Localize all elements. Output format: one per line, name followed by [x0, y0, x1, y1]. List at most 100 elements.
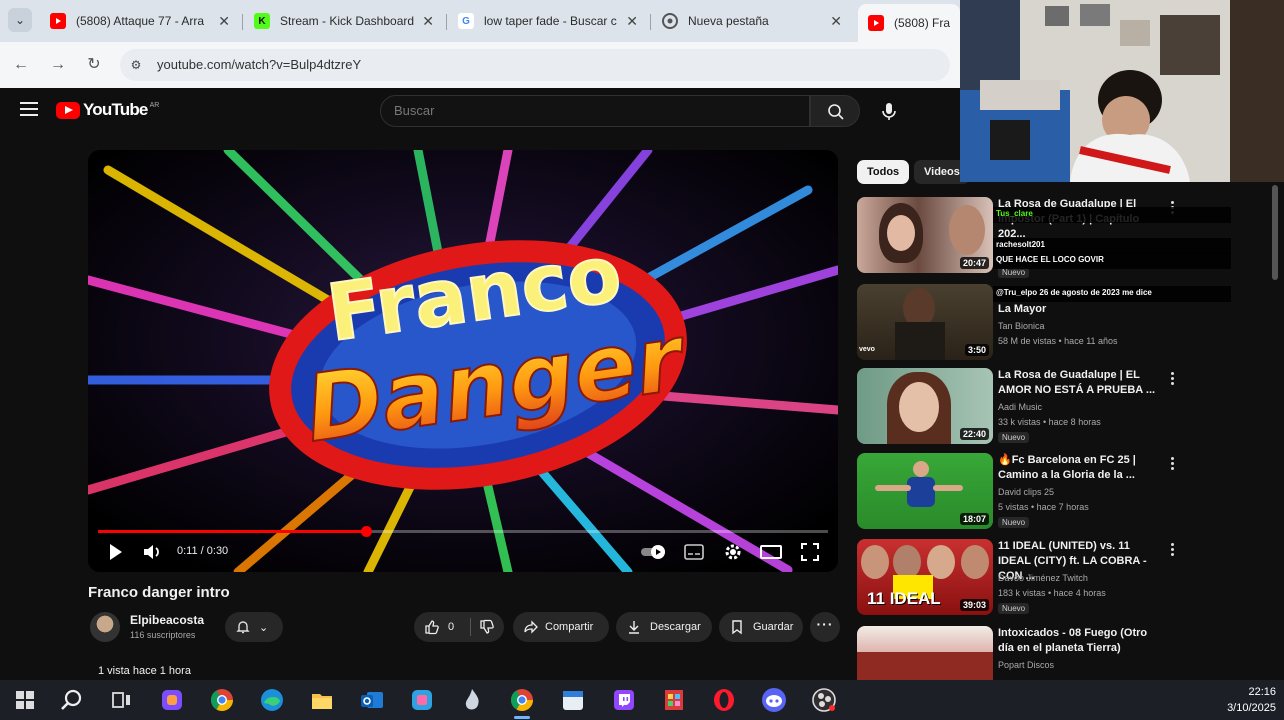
progress-scrubber[interactable]: [360, 526, 372, 537]
url-field[interactable]: ⚙ youtube.com/watch?v=Bulp4dtzreY: [120, 49, 950, 81]
more-vertical-icon[interactable]: [1171, 372, 1175, 386]
game-app-icon[interactable]: [660, 686, 688, 714]
theater-mode-icon[interactable]: [760, 542, 782, 562]
opera-icon[interactable]: [710, 686, 738, 714]
video-thumbnail[interactable]: 22:40: [857, 368, 993, 444]
video-duration: 39:03: [959, 599, 989, 611]
play-icon[interactable]: [108, 542, 124, 562]
video-player[interactable]: Franco Danger 0:11 / 0:30: [88, 150, 838, 572]
more-vertical-icon[interactable]: [1171, 543, 1175, 557]
recommendation-item[interactable]: Intoxicados - 08 Fuego (Otro día en el p…: [857, 626, 1237, 680]
download-button[interactable]: Descargar: [616, 612, 712, 642]
chrome-active-icon[interactable]: [508, 686, 536, 714]
fullscreen-icon[interactable]: [800, 542, 820, 562]
chrome-icon[interactable]: [208, 686, 236, 714]
m365-icon[interactable]: [408, 686, 436, 714]
autoplay-toggle-icon[interactable]: [640, 542, 670, 562]
active-indicator: [514, 716, 530, 719]
views-and-age: 1 vista hace 1 hora: [98, 665, 191, 677]
menu-icon[interactable]: [20, 102, 38, 116]
video-thumbnail[interactable]: 20:47: [857, 197, 993, 273]
tab-title: (5808) Franc: [894, 16, 950, 30]
file-explorer-icon[interactable]: [308, 686, 336, 714]
notifications-button[interactable]: ⌄: [225, 612, 283, 642]
outlook-icon[interactable]: [358, 686, 386, 714]
tab-title: Nueva pestaña: [688, 14, 769, 28]
browser-tab-active[interactable]: (5808) Franc: [858, 4, 960, 42]
browser-tab-strip: ⌄ (5808) Attaque 77 - Arra ✕ K Stream - …: [0, 0, 960, 42]
video-thumbnail[interactable]: vevo 3:50: [857, 284, 993, 360]
task-view-icon[interactable]: [107, 686, 135, 714]
obs-icon[interactable]: [810, 686, 838, 714]
close-icon[interactable]: ✕: [830, 13, 842, 30]
close-icon[interactable]: ✕: [218, 13, 230, 30]
calendar-app-icon[interactable]: [559, 686, 587, 714]
vevo-logo: vevo: [859, 346, 875, 353]
channel-name[interactable]: Elpibeacosta: [130, 613, 204, 627]
recommendation-title: La Mayor: [998, 303, 1047, 315]
copilot-icon[interactable]: [158, 686, 186, 714]
settings-gear-icon[interactable]: [723, 542, 743, 562]
channel-avatar[interactable]: [90, 612, 120, 642]
recommendation-meta: 183 k vistas • hace 4 horas: [998, 588, 1106, 598]
forward-arrow-icon[interactable]: →: [47, 54, 69, 76]
more-vertical-icon[interactable]: [1171, 457, 1175, 471]
search-input[interactable]: Buscar: [380, 95, 810, 127]
duration: 0:30: [206, 545, 229, 557]
site-info-icon[interactable]: ⚙: [128, 57, 144, 73]
share-button[interactable]: Compartir: [513, 612, 609, 642]
chip-todos[interactable]: Todos: [857, 160, 910, 184]
recommendation-item[interactable]: 18:07 🔥Fc Barcelona en FC 25 | Camino a …: [857, 453, 1237, 531]
app-flame-icon[interactable]: [458, 686, 486, 714]
discord-icon[interactable]: [760, 686, 788, 714]
url-text: youtube.com/watch?v=Bulp4dtzreY: [157, 57, 362, 72]
dislike-thumb-icon[interactable]: [479, 619, 495, 635]
volume-icon[interactable]: [142, 542, 162, 562]
tab-search-chevron-icon[interactable]: ⌄: [8, 8, 32, 32]
save-button[interactable]: Guardar: [719, 612, 803, 642]
reload-icon[interactable]: ↻: [83, 54, 105, 76]
country-code: AR: [149, 101, 160, 109]
video-thumbnail[interactable]: 18:07: [857, 453, 993, 529]
browser-tab[interactable]: Nueva pestaña ✕: [652, 6, 852, 36]
search-icon[interactable]: [58, 686, 86, 714]
video-thumbnail[interactable]: [857, 626, 993, 680]
browser-tab[interactable]: G low taper fade - Buscar c ✕: [448, 6, 648, 36]
youtube-header: YouTube AR Buscar: [0, 88, 960, 136]
save-label: Guardar: [753, 621, 794, 633]
youtube-icon: [50, 13, 66, 29]
close-icon[interactable]: ✕: [626, 13, 638, 30]
new-badge: Nuevo: [998, 432, 1030, 443]
clock-date: 3/10/2025: [1227, 702, 1276, 714]
chat-message: rachesolt201: [993, 238, 1231, 254]
twitch-icon[interactable]: [610, 686, 638, 714]
chevron-down-icon: ⌄: [259, 621, 269, 634]
video-thumbnail[interactable]: 11 IDEAL 39:03: [857, 539, 993, 615]
progress-bar[interactable]: [98, 526, 828, 537]
youtube-logo[interactable]: YouTube AR: [56, 100, 159, 120]
kick-icon: K: [254, 13, 270, 29]
system-clock[interactable]: 22:16 3/10/2025: [1227, 684, 1276, 716]
browser-tab[interactable]: K Stream - Kick Dashboard ✕: [244, 6, 444, 36]
microphone-icon[interactable]: [878, 100, 900, 122]
like-thumb-icon[interactable]: [424, 619, 440, 635]
edge-icon[interactable]: [258, 686, 286, 714]
recommendation-item[interactable]: 11 IDEAL 39:03 11 IDEAL (UNITED) vs. 11 …: [857, 539, 1237, 617]
webcam-overlay: [960, 0, 1284, 182]
close-icon[interactable]: ✕: [422, 13, 434, 30]
video-duration: 20:47: [959, 257, 989, 269]
like-dislike-group: 0: [414, 612, 504, 642]
more-actions-button[interactable]: ···: [810, 612, 840, 642]
tab-title: (5808) Attaque 77 - Arra: [76, 14, 205, 28]
recommendation-item[interactable]: 22:40 La Rosa de Guadalupe | EL AMOR NO …: [857, 368, 1237, 446]
scrollbar-thumb[interactable]: [1272, 185, 1278, 280]
windows-start-icon[interactable]: [11, 686, 39, 714]
back-arrow-icon[interactable]: ←: [10, 54, 32, 76]
subtitles-icon[interactable]: [684, 542, 704, 562]
share-label: Compartir: [545, 621, 594, 633]
search-button[interactable]: [810, 95, 860, 127]
thumbnail-caption: 11 IDEAL: [867, 589, 941, 608]
chat-text: QUE HACE EL LOCO GOVIR: [996, 255, 1104, 264]
browser-tab[interactable]: (5808) Attaque 77 - Arra ✕: [40, 6, 240, 36]
recommendation-channel: Popart Discos: [998, 660, 1055, 670]
